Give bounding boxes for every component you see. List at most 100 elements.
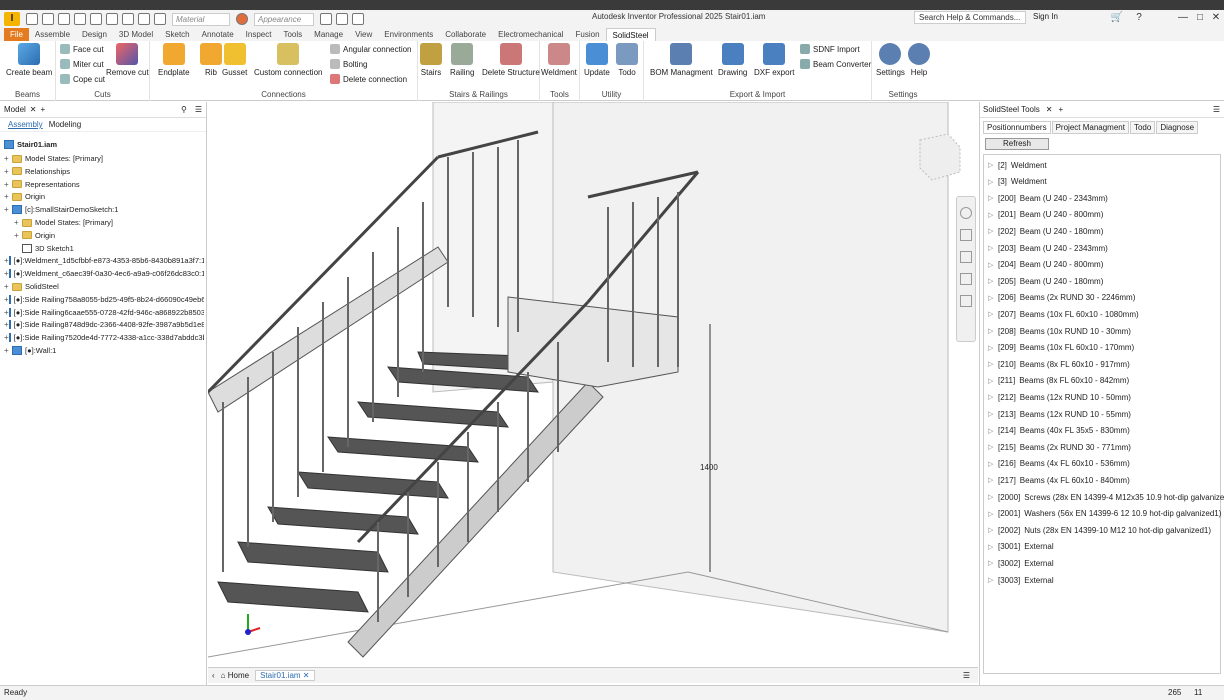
pan-icon[interactable] bbox=[960, 229, 972, 241]
model-panel-title[interactable]: Model bbox=[4, 105, 26, 114]
face-cut-button[interactable]: Face cut bbox=[60, 44, 104, 54]
new-file-icon[interactable] bbox=[26, 13, 38, 25]
tree-item[interactable]: + [●]:Weldment_1d5cfbbf-e873-4353-85b6-84… bbox=[4, 254, 204, 267]
tab-modeling[interactable]: Modeling bbox=[49, 120, 81, 129]
expand-icon[interactable]: + bbox=[4, 205, 12, 214]
drawing-button[interactable]: Drawing bbox=[718, 43, 747, 77]
tree-item[interactable]: 3D Sketch1 bbox=[14, 242, 214, 255]
expand-arrow-icon[interactable]: ▷ bbox=[988, 493, 994, 501]
inventor-logo-icon[interactable]: I bbox=[4, 12, 20, 26]
menu-icon[interactable]: ‹ bbox=[212, 671, 215, 680]
tree-item[interactable]: + [●]:Side Railing7520de4d-7772-4338-a1cc… bbox=[4, 331, 204, 344]
appearance-dropdown[interactable]: Appearance bbox=[254, 12, 314, 26]
cart-icon[interactable]: 🛒 bbox=[1110, 10, 1124, 26]
expand-arrow-icon[interactable]: ▷ bbox=[988, 576, 994, 584]
expand-arrow-icon[interactable]: ▷ bbox=[988, 327, 994, 335]
expand-arrow-icon[interactable]: ▷ bbox=[988, 310, 994, 318]
refresh-button[interactable]: Refresh bbox=[985, 138, 1049, 150]
tab-project-managment[interactable]: Project Managment bbox=[1051, 120, 1129, 134]
expand-arrow-icon[interactable]: ▷ bbox=[988, 410, 994, 418]
position-row[interactable]: ▷ [211] Beams (8x FL 60x10 - 842mm) bbox=[988, 373, 1129, 389]
position-row[interactable]: ▷ [215] Beams (2x RUND 30 - 771mm) bbox=[988, 439, 1131, 455]
expand-arrow-icon[interactable]: ▷ bbox=[988, 360, 994, 368]
position-row[interactable]: ▷ [200] Beam (U 240 - 2343mm) bbox=[988, 190, 1108, 206]
position-row[interactable]: ▷ [2] Weldment bbox=[988, 157, 1047, 173]
tabs-menu-icon[interactable]: ☰ bbox=[963, 671, 970, 680]
expand-icon[interactable]: + bbox=[14, 231, 22, 240]
expand-arrow-icon[interactable]: ▷ bbox=[988, 344, 994, 352]
tab-solidsteel[interactable]: SolidSteel bbox=[605, 28, 656, 41]
position-row[interactable]: ▷ [205] Beam (U 240 - 180mm) bbox=[988, 273, 1103, 289]
expand-arrow-icon[interactable]: ▷ bbox=[988, 476, 994, 484]
search-icon[interactable]: ⚲ bbox=[181, 105, 187, 114]
position-row[interactable]: ▷ [208] Beams (10x RUND 10 - 30mm) bbox=[988, 323, 1131, 339]
tab-view[interactable]: View bbox=[349, 28, 378, 41]
tab-manage[interactable]: Manage bbox=[308, 28, 349, 41]
tab-stair01[interactable]: Stair01.iam ✕ bbox=[255, 670, 315, 681]
position-row[interactable]: ▷ [209] Beams (10x FL 60x10 - 170mm) bbox=[988, 340, 1134, 356]
tree-item[interactable]: + [●]:Wall:1 bbox=[4, 344, 204, 357]
maximize-icon[interactable]: □ bbox=[1193, 10, 1207, 26]
beam-converter-button[interactable]: Beam Converter bbox=[800, 59, 871, 69]
position-row[interactable]: ▷ [2000] Screws (28x EN 14399-4 M12x35 10.… bbox=[988, 489, 1224, 505]
fx-icon[interactable] bbox=[336, 13, 348, 25]
position-row[interactable]: ▷ [2001] Washers (56x EN 14399-6 12 10.9 h… bbox=[988, 506, 1221, 522]
expand-arrow-icon[interactable]: ▷ bbox=[988, 211, 994, 219]
orbit-icon[interactable] bbox=[960, 273, 972, 285]
cope-cut-button[interactable]: Cope cut bbox=[60, 74, 105, 84]
custom-connection-button[interactable]: Custom connection bbox=[254, 43, 322, 77]
sign-in-link[interactable]: Sign In bbox=[1033, 12, 1058, 21]
open-file-icon[interactable] bbox=[42, 13, 54, 25]
expand-icon[interactable]: + bbox=[4, 192, 12, 201]
tab-file[interactable]: File bbox=[4, 28, 29, 41]
add-panel-icon[interactable]: + bbox=[41, 105, 46, 114]
angular-connection-button[interactable]: Angular connection bbox=[330, 44, 412, 54]
expand-arrow-icon[interactable]: ▷ bbox=[988, 161, 994, 169]
tab-home[interactable]: ⌂ Home bbox=[221, 671, 249, 680]
tab-design[interactable]: Design bbox=[76, 28, 113, 41]
delete-connection-button[interactable]: Delete connection bbox=[330, 74, 407, 84]
expand-arrow-icon[interactable]: ▷ bbox=[988, 194, 994, 202]
endplate-button[interactable]: Endplate bbox=[158, 43, 190, 77]
undo-icon[interactable] bbox=[74, 13, 86, 25]
expand-arrow-icon[interactable]: ▷ bbox=[988, 526, 994, 534]
tab-assemble[interactable]: Assemble bbox=[29, 28, 76, 41]
delete-structure-button[interactable]: Delete Structure bbox=[482, 43, 540, 77]
graphics-viewport[interactable]: 1400 bbox=[208, 102, 978, 667]
material-dropdown[interactable]: Material bbox=[172, 12, 230, 26]
tree-item[interactable]: + [●]:Side Railing8748d9dc-2366-4408-92fe… bbox=[4, 318, 204, 331]
tree-item[interactable]: + [●]:Side Railing758a8055-bd25-49f5-8b24… bbox=[4, 293, 204, 306]
add-icon[interactable] bbox=[352, 13, 364, 25]
view-cube-icon[interactable] bbox=[919, 133, 961, 181]
position-row[interactable]: ▷ [213] Beams (12x RUND 10 - 55mm) bbox=[988, 406, 1131, 422]
position-row[interactable]: ▷ [201] Beam (U 240 - 800mm) bbox=[988, 207, 1103, 223]
tree-item[interactable]: + Model States: [Primary] bbox=[14, 216, 214, 229]
position-row[interactable]: ▷ [212] Beams (12x RUND 10 - 50mm) bbox=[988, 389, 1131, 405]
tree-item[interactable]: + Origin bbox=[4, 190, 204, 203]
tree-item[interactable]: + Relationships bbox=[4, 165, 204, 178]
gusset-button[interactable]: Gusset bbox=[222, 43, 247, 77]
menu-icon[interactable]: ☰ bbox=[1213, 105, 1220, 114]
expand-icon[interactable]: + bbox=[4, 154, 12, 163]
steering-wheel-icon[interactable] bbox=[960, 207, 972, 219]
tree-item[interactable]: + Origin bbox=[14, 229, 214, 242]
expand-arrow-icon[interactable]: ▷ bbox=[988, 460, 994, 468]
close-model-panel-icon[interactable]: ✕ bbox=[30, 105, 37, 114]
expand-icon[interactable]: + bbox=[4, 180, 12, 189]
home-icon[interactable] bbox=[106, 13, 118, 25]
expand-arrow-icon[interactable]: ▷ bbox=[988, 244, 994, 252]
tab-sketch[interactable]: Sketch bbox=[159, 28, 195, 41]
weldment-button[interactable]: Weldment bbox=[541, 43, 577, 77]
expand-icon[interactable]: + bbox=[4, 282, 12, 291]
tab-diagnose[interactable]: Diagnose bbox=[1156, 120, 1199, 134]
tree-item[interactable]: + Representations bbox=[4, 178, 204, 191]
stairs-button[interactable]: Stairs bbox=[420, 43, 442, 77]
redo-icon[interactable] bbox=[90, 13, 102, 25]
tab-assembly[interactable]: Assembly bbox=[8, 120, 43, 129]
tree-item[interactable]: + [●]:Weldment_c6aec39f-0a30-4ec6-a9a9-c0… bbox=[4, 267, 204, 280]
zoom-icon[interactable] bbox=[960, 251, 972, 263]
menu-icon[interactable]: ☰ bbox=[195, 105, 202, 114]
expand-icon[interactable]: + bbox=[4, 167, 12, 176]
create-beam-button[interactable]: Create beam bbox=[6, 43, 52, 77]
expand-arrow-icon[interactable]: ▷ bbox=[988, 393, 994, 401]
